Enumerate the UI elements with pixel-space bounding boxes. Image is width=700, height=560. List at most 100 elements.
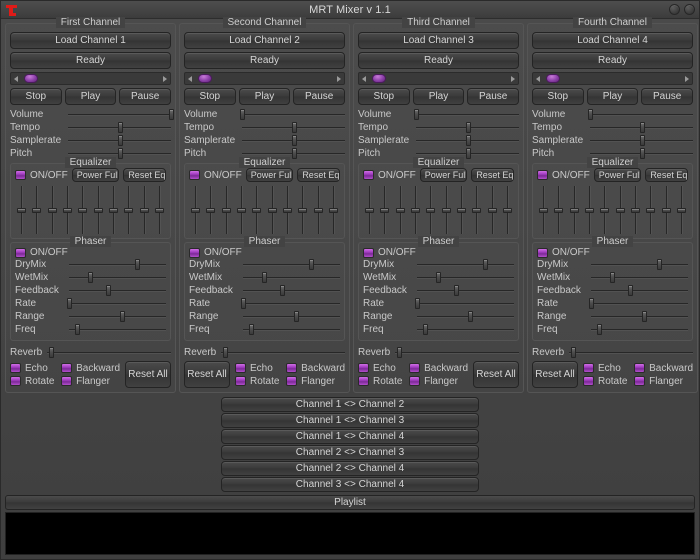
reset-eq-button[interactable]: Reset Eq <box>297 168 340 182</box>
eq-band-1[interactable] <box>365 186 374 234</box>
slider-thumb[interactable] <box>120 311 126 322</box>
checkbox-indicator[interactable] <box>235 376 246 386</box>
equalizer-onoff-checkbox[interactable]: ON/OFF <box>537 170 590 181</box>
slider-thumb[interactable] <box>222 347 228 358</box>
eq-band-thumb[interactable] <box>221 208 231 213</box>
phaser-slider-range[interactable] <box>591 310 688 323</box>
pause-button[interactable]: Pause <box>293 88 346 105</box>
load-channel-button[interactable]: Load Channel 4 <box>532 32 693 49</box>
slider-thumb[interactable] <box>105 285 111 296</box>
slider-thumb[interactable] <box>88 272 94 283</box>
eq-band-3[interactable] <box>395 186 405 234</box>
slider-thumb[interactable] <box>588 109 593 120</box>
phaser-slider-rate[interactable] <box>67 297 166 310</box>
scroll-right-arrow[interactable] <box>334 75 344 82</box>
eq-band-2[interactable] <box>554 186 564 234</box>
eq-band-2[interactable] <box>32 186 42 234</box>
checkbox-indicator[interactable] <box>409 376 421 386</box>
position-scrollbar[interactable] <box>358 72 519 85</box>
minimize-button[interactable] <box>669 4 680 15</box>
scroll-left-arrow[interactable] <box>185 75 195 82</box>
eq-band-10[interactable] <box>502 186 512 234</box>
checkbox-indicator[interactable] <box>61 363 73 373</box>
playlist-list[interactable] <box>5 512 695 555</box>
eq-band-thumb[interactable] <box>78 208 88 213</box>
phaser-slider-wetmix[interactable] <box>69 271 166 284</box>
position-track[interactable] <box>195 73 334 84</box>
eq-band-thumb[interactable] <box>502 208 512 213</box>
eq-band-thumb[interactable] <box>661 208 671 213</box>
slider-thumb[interactable] <box>67 298 72 309</box>
eq-band-thumb[interactable] <box>32 208 42 213</box>
eq-band-thumb[interactable] <box>93 208 103 213</box>
eq-band-thumb[interactable] <box>410 208 420 213</box>
slider-thumb[interactable] <box>74 324 80 335</box>
eq-band-4[interactable] <box>62 186 72 234</box>
reverb-rotate-checkbox[interactable]: Rotate <box>358 376 405 387</box>
eq-band-9[interactable] <box>661 186 671 234</box>
slider-thumb[interactable] <box>468 311 474 322</box>
eq-band-7[interactable] <box>108 186 118 234</box>
param-slider-volume[interactable] <box>240 108 345 121</box>
crosslink-button-5[interactable]: Channel 2 <> Channel 4 <box>221 461 479 476</box>
eq-band-thumb[interactable] <box>17 208 26 213</box>
play-button[interactable]: Play <box>238 88 291 105</box>
reverb-echo-checkbox[interactable]: Echo <box>10 363 57 374</box>
phaser-slider-feedback[interactable] <box>243 284 340 297</box>
phaser-onoff-checkbox[interactable]: ON/OFF <box>15 247 166 258</box>
stop-button[interactable]: Stop <box>532 88 584 105</box>
position-track[interactable] <box>369 73 508 84</box>
reset-eq-button[interactable]: Reset Eq <box>645 168 688 182</box>
slider-thumb[interactable] <box>610 272 616 283</box>
reset-all-button[interactable]: Reset All <box>532 361 578 388</box>
reverb-backward-checkbox[interactable]: Backward <box>409 363 468 374</box>
checkbox-indicator[interactable] <box>286 376 298 386</box>
phaser-slider-drymix[interactable] <box>243 258 340 271</box>
slider-thumb[interactable] <box>656 259 662 270</box>
slider-thumb[interactable] <box>396 347 402 358</box>
eq-band-5[interactable] <box>600 186 610 234</box>
phaser-slider-wetmix[interactable] <box>591 271 688 284</box>
reverb-echo-checkbox[interactable]: Echo <box>583 363 630 374</box>
eq-band-10[interactable] <box>154 186 164 234</box>
eq-band-4[interactable] <box>236 186 246 234</box>
eq-band-thumb[interactable] <box>569 208 579 213</box>
reverb-slider[interactable] <box>395 346 519 359</box>
eq-band-5[interactable] <box>252 186 262 234</box>
reverb-slider[interactable] <box>47 346 171 359</box>
phaser-onoff-checkbox[interactable]: ON/OFF <box>537 247 688 258</box>
checkbox-indicator[interactable] <box>10 363 21 373</box>
reset-all-button[interactable]: Reset All <box>184 361 230 388</box>
eq-band-2[interactable] <box>206 186 216 234</box>
eq-band-9[interactable] <box>313 186 323 234</box>
checkbox-indicator[interactable] <box>286 363 298 373</box>
eq-band-9[interactable] <box>139 186 149 234</box>
checkbox-indicator[interactable] <box>358 376 369 386</box>
eq-band-thumb[interactable] <box>441 208 451 213</box>
eq-band-thumb[interactable] <box>47 208 57 213</box>
slider-thumb[interactable] <box>415 298 420 309</box>
phaser-slider-freq[interactable] <box>591 323 688 336</box>
eq-band-thumb[interactable] <box>395 208 405 213</box>
eq-band-thumb[interactable] <box>676 208 686 213</box>
crosslink-button-3[interactable]: Channel 1 <> Channel 4 <box>221 429 479 444</box>
phaser-slider-freq[interactable] <box>417 323 514 336</box>
eq-band-8[interactable] <box>298 186 308 234</box>
checkbox-indicator[interactable] <box>15 247 26 258</box>
slider-thumb[interactable] <box>642 311 648 322</box>
param-slider-volume[interactable] <box>68 108 174 121</box>
reverb-slider[interactable] <box>569 346 693 359</box>
eq-band-thumb[interactable] <box>365 208 374 213</box>
phaser-onoff-checkbox[interactable]: ON/OFF <box>189 247 340 258</box>
stop-button[interactable]: Stop <box>184 88 236 105</box>
eq-band-thumb[interactable] <box>282 208 292 213</box>
eq-band-thumb[interactable] <box>426 208 436 213</box>
param-slider-volume[interactable] <box>588 108 693 121</box>
reverb-echo-checkbox[interactable]: Echo <box>358 363 405 374</box>
eq-band-thumb[interactable] <box>630 208 640 213</box>
slider-thumb[interactable] <box>241 298 246 309</box>
crosslink-button-4[interactable]: Channel 2 <> Channel 3 <box>221 445 479 460</box>
checkbox-indicator[interactable] <box>583 376 594 386</box>
slider-thumb[interactable] <box>639 135 645 146</box>
phaser-slider-freq[interactable] <box>243 323 340 336</box>
